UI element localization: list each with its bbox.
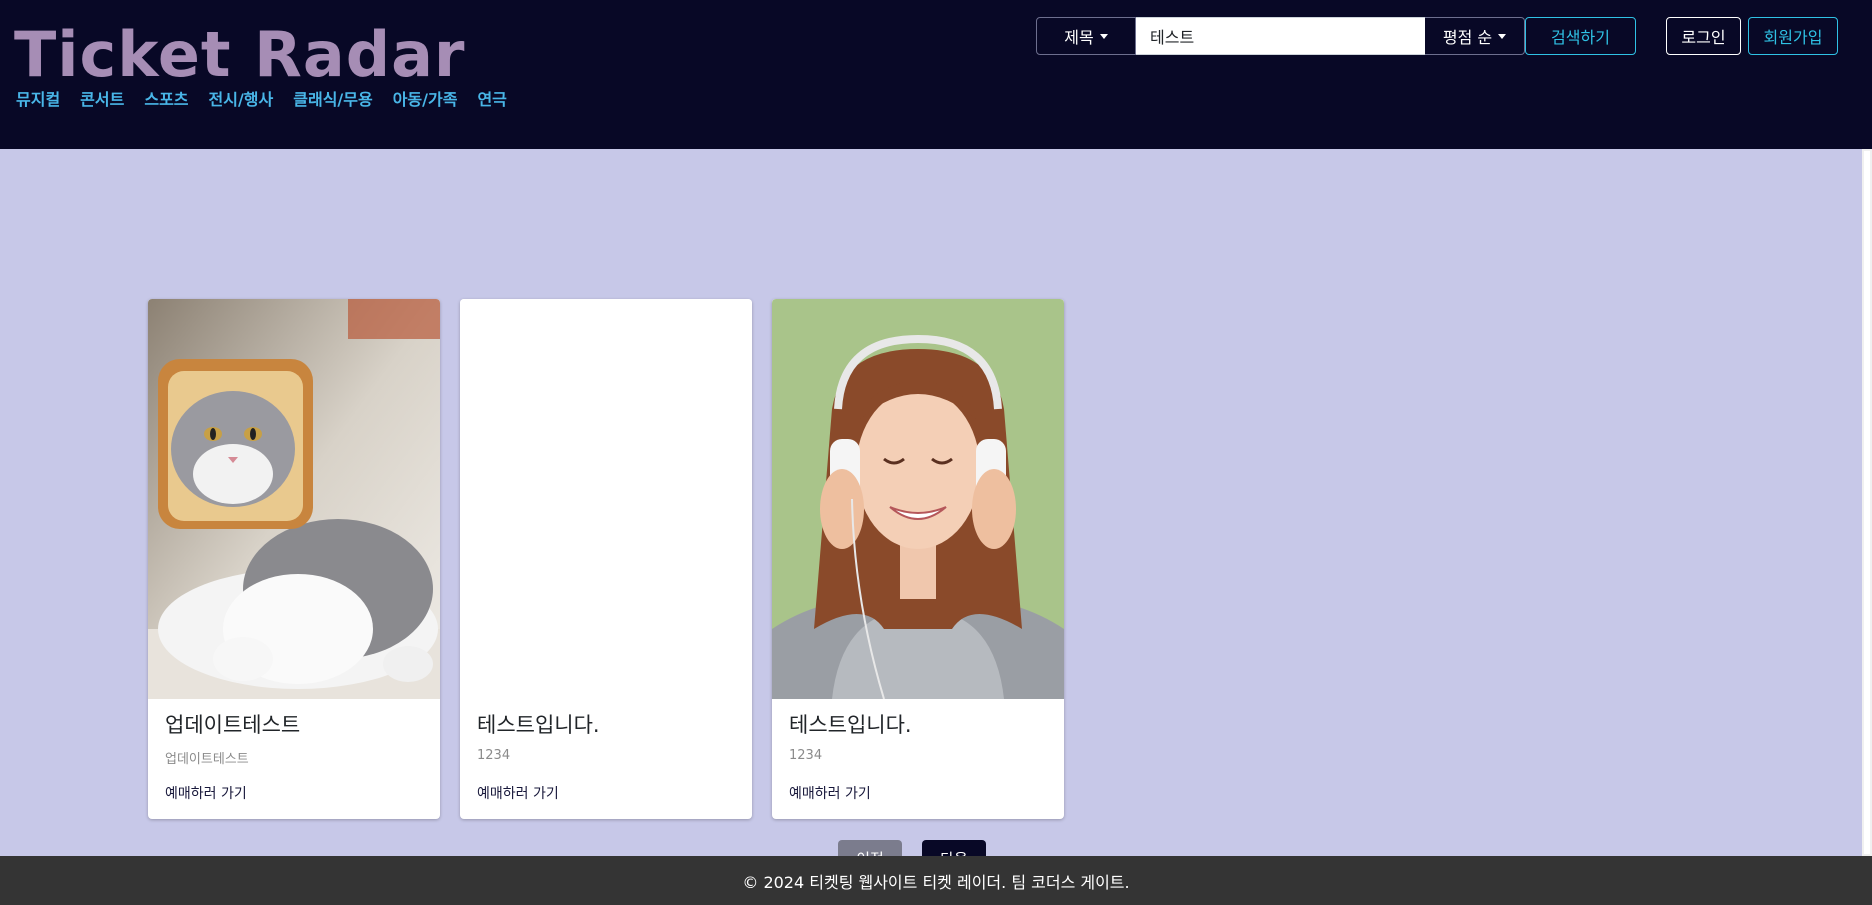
- search-button[interactable]: 검색하기: [1525, 17, 1636, 55]
- event-card: 테스트입니다. 1234 예매하러 가기: [772, 299, 1064, 819]
- event-image[interactable]: [460, 299, 752, 699]
- scrollbar-thumb[interactable]: [1864, 151, 1870, 854]
- nav-item-exhibition[interactable]: 전시/행사: [209, 88, 274, 112]
- sort-label: 평점 순: [1442, 28, 1493, 47]
- event-description: 1234: [477, 748, 511, 763]
- event-description: 업데이트테스트: [165, 752, 249, 767]
- page-scrollbar[interactable]: [1862, 149, 1872, 856]
- nav-item-musical[interactable]: 뮤지컬: [16, 88, 60, 112]
- book-now-link[interactable]: 예매하러 가기: [477, 783, 559, 803]
- nav-item-concert[interactable]: 콘서트: [80, 88, 124, 112]
- search-input[interactable]: [1136, 17, 1425, 55]
- nav-item-classic[interactable]: 클래식/무용: [293, 88, 372, 112]
- search-field-label: 제목: [1064, 28, 1094, 47]
- event-card: 테스트입니다. 1234 예매하러 가기: [460, 299, 752, 819]
- cat-with-bread-photo: [148, 299, 440, 699]
- login-button[interactable]: 로그인: [1666, 17, 1741, 55]
- event-description: 1234: [789, 748, 823, 763]
- site-header: Ticket Radar 뮤지컬 콘서트 스포츠 전시/행사 클래식/무용 아동…: [0, 0, 1872, 149]
- event-image[interactable]: [772, 299, 1064, 699]
- category-nav: 뮤지컬 콘서트 스포츠 전시/행사 클래식/무용 아동/가족 연극: [16, 88, 507, 112]
- chevron-down-icon: [1099, 33, 1108, 39]
- event-title: 테스트입니다.: [477, 713, 600, 737]
- event-title: 업데이트테스트: [165, 713, 301, 737]
- event-title: 테스트입니다.: [789, 713, 912, 737]
- signup-button[interactable]: 회원가입: [1748, 17, 1838, 55]
- nav-item-sports[interactable]: 스포츠: [144, 88, 188, 112]
- woman-with-headphones-photo: [772, 299, 1064, 699]
- event-image[interactable]: [148, 299, 440, 699]
- sort-dropdown[interactable]: 평점 순: [1425, 17, 1525, 55]
- event-card: 업데이트테스트 업데이트테스트 예매하러 가기: [148, 299, 440, 819]
- chevron-down-icon: [1498, 33, 1507, 39]
- site-footer: © 2024 티켓팅 웹사이트 티켓 레이더. 팀 코더스 게이트.: [0, 856, 1872, 905]
- book-now-link[interactable]: 예매하러 가기: [789, 783, 871, 803]
- footer-copyright: © 2024 티켓팅 웹사이트 티켓 레이더. 팀 코더스 게이트.: [742, 872, 1130, 892]
- nav-item-kids[interactable]: 아동/가족: [393, 88, 458, 112]
- book-now-link[interactable]: 예매하러 가기: [165, 783, 247, 803]
- search-field-dropdown[interactable]: 제목: [1036, 17, 1136, 55]
- brand-logo[interactable]: Ticket Radar: [14, 20, 466, 90]
- nav-item-theater[interactable]: 연극: [477, 88, 506, 112]
- search-bar: 제목 평점 순: [1036, 17, 1525, 55]
